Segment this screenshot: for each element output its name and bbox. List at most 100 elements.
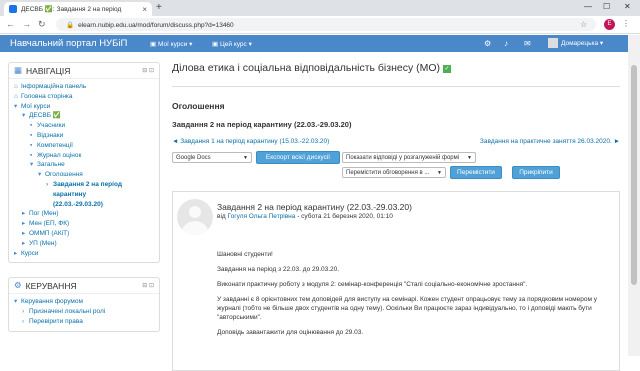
administration-title: КЕРУВАННЯ (25, 280, 77, 291)
navigation-title: НАВІГАЦІЯ (26, 65, 71, 76)
lock-icon: 🔒 (66, 22, 75, 29)
navigation-item-label: Загальне (37, 161, 65, 169)
display-mode-select[interactable]: Показати відповіді у розгалуженій формі ▼ (342, 152, 476, 163)
back-icon[interactable]: ← (6, 19, 15, 29)
messages-icon[interactable]: ✉ (524, 39, 531, 48)
navigation-item-icon: ▸ (22, 229, 26, 237)
navigation-item[interactable]: ▸ Мен (ЕП, ФК) (14, 219, 159, 229)
navigation-item-label: УП (Мен) (29, 239, 57, 247)
move-discussion-select[interactable]: Перемістити обговорення в ... ▼ (342, 167, 446, 178)
navigation-item[interactable]: ▪ Учасники (14, 121, 159, 131)
reload-icon[interactable]: ↻ (38, 19, 46, 30)
divider (172, 86, 620, 87)
post-subject: Завдання 2 на період карантину (22.03.-2… (217, 202, 412, 212)
admin-item-label: Керування форумом (21, 298, 83, 306)
settings-gear-icon[interactable]: ⚙ (484, 39, 491, 48)
avatar-head-shape (189, 206, 201, 218)
post-author-link[interactable]: Гогуля Ольга Петрівна (228, 213, 296, 220)
site-favicon-icon (9, 5, 17, 13)
navigation-item[interactable]: ▸ Курси (14, 249, 159, 259)
this-course-label: Цей курс ▾ (219, 41, 252, 48)
notifications-bell-icon[interactable]: ♪ (504, 39, 508, 48)
block-controls-icon[interactable]: ⊟ ⊡ (142, 282, 154, 289)
url-field[interactable]: 🔒 elearn.nubip.edu.ua/mod/forum/discuss.p… (56, 18, 596, 31)
export-discussion-button[interactable]: Експорт всієї дискусії (256, 151, 340, 164)
post-paragraph: У завданні є 8 орієнтовних тем доповідей… (217, 296, 597, 321)
navigation-item[interactable]: ▾ ДЕСВБ ✅ (14, 111, 159, 121)
block-controls-icon[interactable]: ⊟ ⊡ (142, 67, 154, 74)
author-avatar[interactable] (177, 199, 213, 235)
maximize-icon[interactable]: ☐ (603, 2, 610, 11)
navigation-item-label: Оголошення (45, 171, 83, 179)
navigation-item[interactable]: карантину (14, 190, 159, 200)
navigation-block: ▦ НАВІГАЦІЯ ⊟ ⊡ ⌂ Інформаційна панель ⌂ Гол… (8, 62, 160, 264)
administration-tree: ▾ Керування форумом › Призначені локальні р… (9, 294, 159, 330)
address-bar-area: ← → ↻ 🔒 elearn.nubip.edu.ua/mod/forum/dis… (0, 16, 640, 34)
navigation-item-icon: ▪ (30, 131, 33, 139)
export-format-select[interactable]: Google Docs ▼ (172, 152, 252, 163)
my-courses-menu[interactable]: ▣ Мої курси ▾ (150, 40, 192, 48)
post-body: Шановні студенти! Завдання на період з 22… (217, 250, 617, 343)
navigation-item[interactable]: ▾ Загальне (14, 160, 159, 170)
export-format-value: Google Docs (176, 154, 211, 161)
navigation-item[interactable]: ⌂ Головна сторінка (14, 92, 159, 102)
navigation-item-label: Курси (21, 249, 39, 257)
page-scrollbar[interactable] (628, 35, 640, 356)
navigation-item-icon: ▾ (14, 102, 18, 110)
discussion-title: Завдання 2 на період карантину (22.03.-2… (172, 120, 352, 129)
admin-item-icon: ▾ (14, 298, 18, 306)
navigation-item-label: Головна сторінка (21, 92, 73, 100)
navigation-item[interactable]: ▸ УП (Мен) (14, 239, 159, 249)
forward-icon[interactable]: → (22, 19, 31, 29)
new-tab-button[interactable]: + (156, 2, 162, 13)
navigation-item[interactable]: ▾ Оголошення (14, 170, 159, 180)
move-button[interactable]: Перемістити (450, 166, 502, 179)
navigation-item[interactable]: ▪ Компетенції (14, 141, 159, 151)
bookmark-star-icon[interactable]: ☆ (580, 20, 587, 29)
admin-item-label: Перевірити права (29, 317, 83, 325)
admin-item[interactable]: › Призначені локальні ролі (14, 307, 159, 317)
navigation-tree: ⌂ Інформаційна панель ⌂ Головна сторінка ▾ Мо… (9, 79, 159, 262)
navigation-item-label: Завдання 2 на період (53, 180, 122, 188)
tab-close-icon[interactable]: × (142, 5, 147, 14)
admin-item-label: Призначені локальні ролі (29, 308, 106, 316)
profile-avatar[interactable]: E (604, 19, 615, 30)
navigation-item[interactable]: ▸ ОММП (АКіТ) (14, 229, 159, 239)
course-title-row: Ділова етика і соціальна відповідальніст… (172, 62, 620, 74)
navigation-item-label: Учасники (37, 122, 66, 130)
browser-menu-icon[interactable]: ⋮ (622, 19, 630, 28)
administration-block-header: ⚙ КЕРУВАННЯ ⊟ ⊡ (9, 278, 159, 295)
browser-tab[interactable]: ДЕСВБ ✅: Завдання 2 на період × (4, 2, 152, 16)
close-window-icon[interactable]: ✕ (624, 2, 631, 11)
browser-tab-bar: ДЕСВБ ✅: Завдання 2 на період × + — ☐ ✕ (0, 0, 640, 16)
navigation-item[interactable]: (22.03.-29.03.20) (14, 200, 159, 210)
previous-discussion-link[interactable]: ◄ Завдання 1 на період карантину (15.03.… (172, 138, 329, 145)
navigation-item[interactable]: ▾ Мої курси (14, 102, 159, 112)
navigation-item[interactable]: ⌂ Інформаційна панель (14, 82, 159, 92)
scrollbar-thumb[interactable] (631, 65, 637, 285)
navigation-item-icon: ▪ (30, 141, 33, 149)
pin-button[interactable]: Прикріпити (512, 166, 560, 179)
dropdown-arrow-icon: ▼ (243, 154, 248, 161)
next-discussion-link[interactable]: Завдання на практичне заняття 26.03.2020… (480, 138, 620, 145)
move-discussion-value: Перемістити обговорення в ... (346, 169, 430, 176)
admin-item[interactable]: › Перевірити права (14, 317, 159, 327)
navigation-item-icon: ▾ (30, 161, 34, 169)
navigation-item-icon: ▸ (22, 239, 26, 247)
minimize-icon[interactable]: — (584, 2, 592, 11)
this-course-menu[interactable]: ▣ Цей курс ▾ (212, 40, 252, 48)
navigation-block-header: ▦ НАВІГАЦІЯ ⊟ ⊡ (9, 63, 159, 79)
user-menu[interactable]: Домарецька ▾ (548, 38, 603, 48)
site-navbar: Навчальний портал НУБіП ▣ Мої курси ▾ ▣ … (0, 35, 628, 52)
navigation-item[interactable]: › Завдання 2 на період (14, 180, 159, 190)
navigation-item-label: Мої курси (21, 102, 51, 110)
navigation-item-icon: ▸ (14, 249, 18, 257)
site-brand[interactable]: Навчальний портал НУБіП (10, 38, 127, 49)
check-icon: ✓ (442, 65, 451, 73)
navigation-item[interactable]: ▪ Відзнаки (14, 131, 159, 141)
navigation-item[interactable]: ▸ Пог (Мен) (14, 209, 159, 219)
navigation-item-icon: ▾ (22, 112, 26, 120)
navigation-item[interactable]: ▪ Журнал оцінок (14, 151, 159, 161)
admin-item[interactable]: ▾ Керування форумом (14, 297, 159, 307)
courses-icon: ▣ (150, 41, 158, 48)
